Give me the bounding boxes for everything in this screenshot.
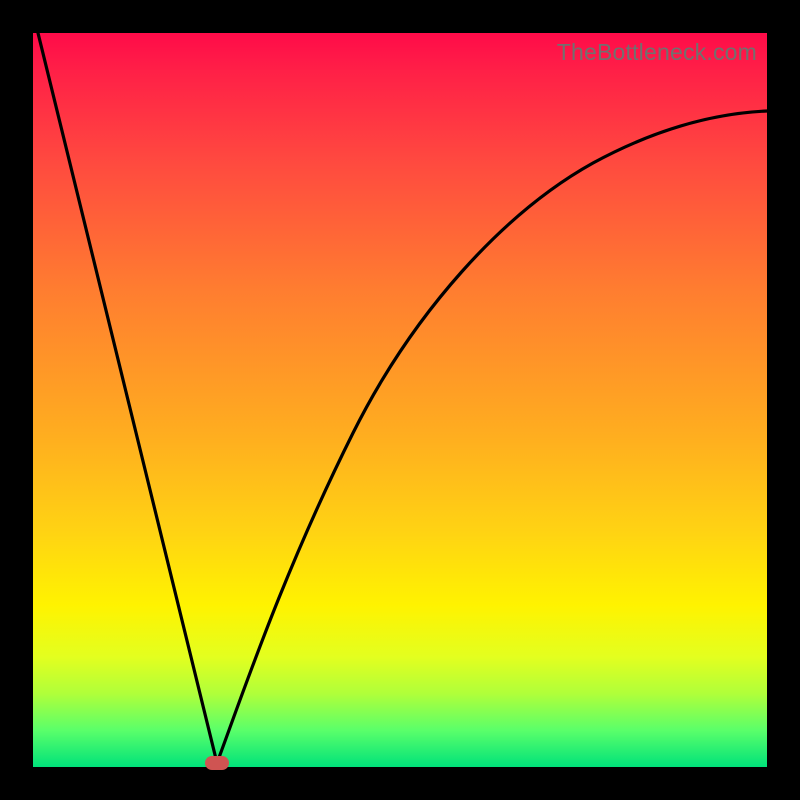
optimal-marker (205, 756, 229, 770)
curve-path (38, 33, 767, 763)
plot-area: TheBottleneck.com (33, 33, 767, 767)
bottleneck-curve (33, 33, 767, 767)
chart-frame: TheBottleneck.com (0, 0, 800, 800)
